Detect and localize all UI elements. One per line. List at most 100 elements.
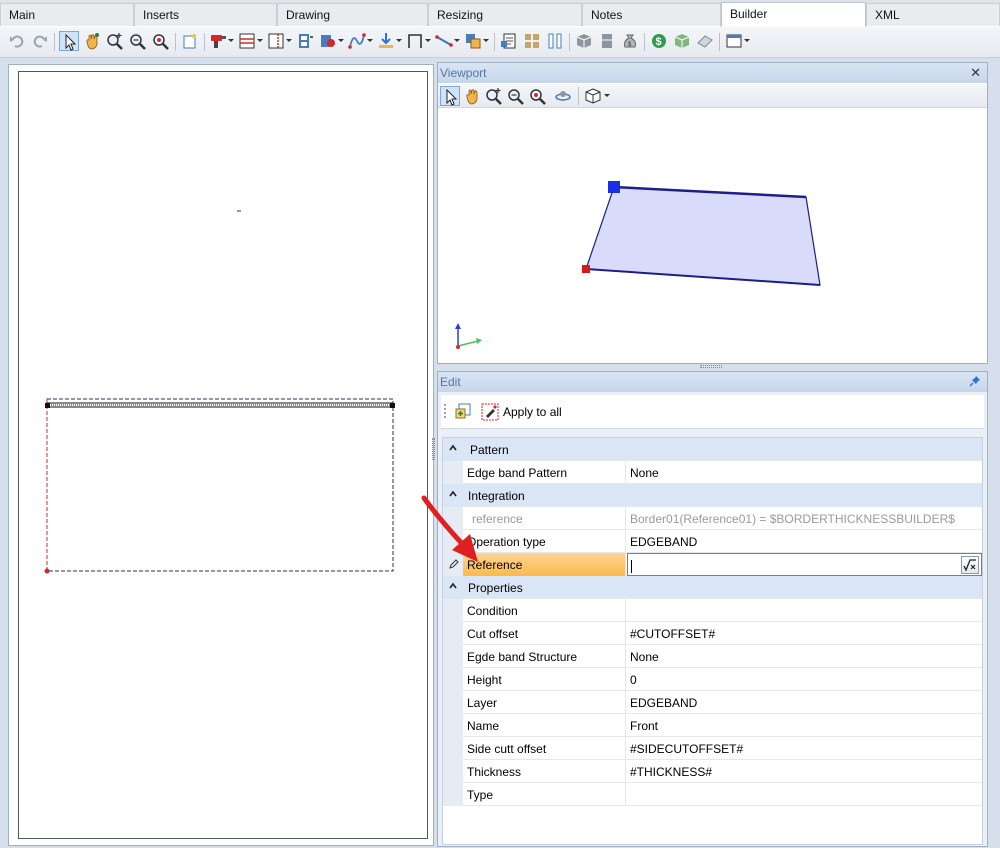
horizontal-splitter[interactable] (700, 365, 722, 368)
line-tool-button[interactable] (434, 31, 454, 51)
property-value[interactable]: None (627, 645, 982, 668)
property-value[interactable]: Front (627, 714, 982, 737)
reference-input[interactable] (627, 553, 982, 576)
property-value[interactable]: #CUTOFFSET# (627, 622, 982, 645)
viewport-zoom-fit-button[interactable] (528, 86, 548, 106)
tab-xml[interactable]: XML (866, 3, 1000, 26)
viewport-zoom-out-button[interactable] (506, 86, 526, 106)
3d-handle-red[interactable] (582, 265, 590, 273)
tab-resizing[interactable]: Resizing (428, 3, 582, 26)
ribbon-tab-bar: Main Inserts Drawing Resizing Notes Buil… (0, 0, 1000, 27)
property-value[interactable]: 0 (627, 668, 982, 691)
viewport-3d-canvas[interactable] (438, 109, 987, 363)
formula-editor-button[interactable] (961, 556, 979, 574)
collapse-icon (449, 490, 457, 497)
property-value[interactable]: #THICKNESS# (627, 760, 982, 783)
money-bag-icon: $ (624, 34, 636, 48)
drawing-canvas[interactable] (18, 71, 428, 839)
property-row-layer[interactable]: Layer EDGEBAND (443, 691, 982, 714)
vertical-splitter[interactable] (432, 438, 435, 460)
redo-icon (33, 35, 47, 48)
property-name: Condition (463, 599, 626, 622)
property-row-side-cut-offset[interactable]: Side cutt offset #SIDECUTOFFSET# (443, 737, 982, 760)
category-integration[interactable]: Integration (443, 484, 982, 507)
edgeband-handle-right[interactable] (390, 403, 395, 408)
line-icon (435, 35, 453, 47)
viewport-orbit-button[interactable] (553, 86, 573, 106)
edgeband-handle-left[interactable] (45, 403, 50, 408)
property-row-type[interactable]: Type (443, 783, 982, 806)
property-row-height[interactable]: Height 0 (443, 668, 982, 691)
copy-tool-button[interactable] (463, 31, 483, 51)
pan-button[interactable] (82, 31, 102, 51)
window-layout-button[interactable] (724, 31, 744, 51)
cabinet-button[interactable] (597, 31, 617, 51)
zoom-out-button[interactable] (128, 31, 148, 51)
tab-main[interactable]: Main (0, 3, 134, 26)
property-row-reference-readonly: reference Border01(Reference01) = $BORDE… (443, 507, 982, 530)
property-row-edge-band-pattern[interactable]: Edge band Pattern None (443, 461, 982, 484)
level-tool-button[interactable] (376, 31, 396, 51)
property-row-edge-band-structure[interactable]: Egde band Structure None (443, 645, 982, 668)
material-button[interactable] (672, 31, 692, 51)
property-grid: Pattern Edge band Pattern None Integrati… (442, 437, 983, 845)
grid-tool-button[interactable] (522, 31, 542, 51)
tab-drawing[interactable]: Drawing (277, 3, 428, 26)
tab-inserts[interactable]: Inserts (134, 3, 277, 26)
property-row-operation-type[interactable]: Operation type EDGEBAND (443, 530, 982, 553)
tab-label: Builder (730, 7, 768, 21)
box-3d-button[interactable] (574, 31, 594, 51)
property-value[interactable]: EDGEBAND (627, 691, 982, 714)
properties-report-button[interactable] (499, 31, 519, 51)
panel-outline[interactable] (46, 398, 394, 572)
category-properties[interactable]: Properties (443, 576, 982, 599)
zoom-in-button[interactable] (105, 31, 125, 51)
viewport-select-button[interactable] (440, 86, 460, 106)
category-pattern[interactable]: Pattern (443, 438, 982, 461)
property-row-reference[interactable]: Reference (443, 553, 982, 576)
columns-icon (548, 33, 562, 49)
panel-tool-button[interactable] (266, 31, 286, 51)
property-value[interactable] (627, 783, 982, 806)
shelf-tool-button[interactable] (237, 31, 257, 51)
frame-tool-button[interactable] (405, 31, 425, 51)
zoom-extents-button[interactable] (151, 31, 171, 51)
property-value[interactable]: EDGEBAND (627, 530, 982, 553)
cost-bag-button[interactable]: $ (620, 31, 640, 51)
axis-y (457, 340, 479, 347)
viewport-zoom-in-button[interactable] (484, 86, 504, 106)
pin-icon[interactable] (969, 375, 981, 387)
3d-panel-shape[interactable] (585, 186, 821, 286)
3d-handle-blue[interactable] (608, 181, 620, 193)
property-row-condition[interactable]: Condition (443, 599, 982, 622)
apply-to-all-button[interactable]: Apply to all (481, 402, 562, 422)
property-name: Side cutt offset (463, 737, 626, 760)
drill-tool-button[interactable] (208, 31, 228, 51)
viewport-pan-button[interactable] (462, 86, 482, 106)
property-value[interactable]: #SIDECUTOFFSET# (627, 737, 982, 760)
property-value[interactable] (627, 599, 982, 622)
new-note-button[interactable] (180, 31, 200, 51)
category-label: Properties (468, 581, 523, 595)
property-row-cut-offset[interactable]: Cut offset #CUTOFFSET# (443, 622, 982, 645)
columns-tool-button[interactable] (545, 31, 565, 51)
viewport-view-cube-button[interactable] (583, 86, 603, 106)
tab-builder[interactable]: Builder (721, 2, 866, 27)
select-pointer-button[interactable] (59, 31, 79, 51)
property-value[interactable]: None (627, 461, 982, 484)
hardware-tool-button[interactable] (318, 31, 338, 51)
property-row-name[interactable]: Name Front (443, 714, 982, 737)
add-operation-button[interactable] (453, 401, 473, 421)
insert-tool-button[interactable] (295, 31, 315, 51)
curve-tool-button[interactable] (347, 31, 367, 51)
cabinet-insert-icon (299, 34, 313, 48)
undo-button[interactable] (7, 31, 27, 51)
redo-button[interactable] (30, 31, 50, 51)
property-row-thickness[interactable]: Thickness #THICKNESS# (443, 760, 982, 783)
vertical-panel-icon (268, 33, 284, 49)
close-icon[interactable]: ✕ (970, 65, 981, 81)
tab-notes[interactable]: Notes (582, 3, 721, 26)
eraser-button[interactable] (695, 31, 715, 51)
pricing-button[interactable]: $ (649, 31, 669, 51)
edit-pencil-icon (449, 559, 459, 569)
